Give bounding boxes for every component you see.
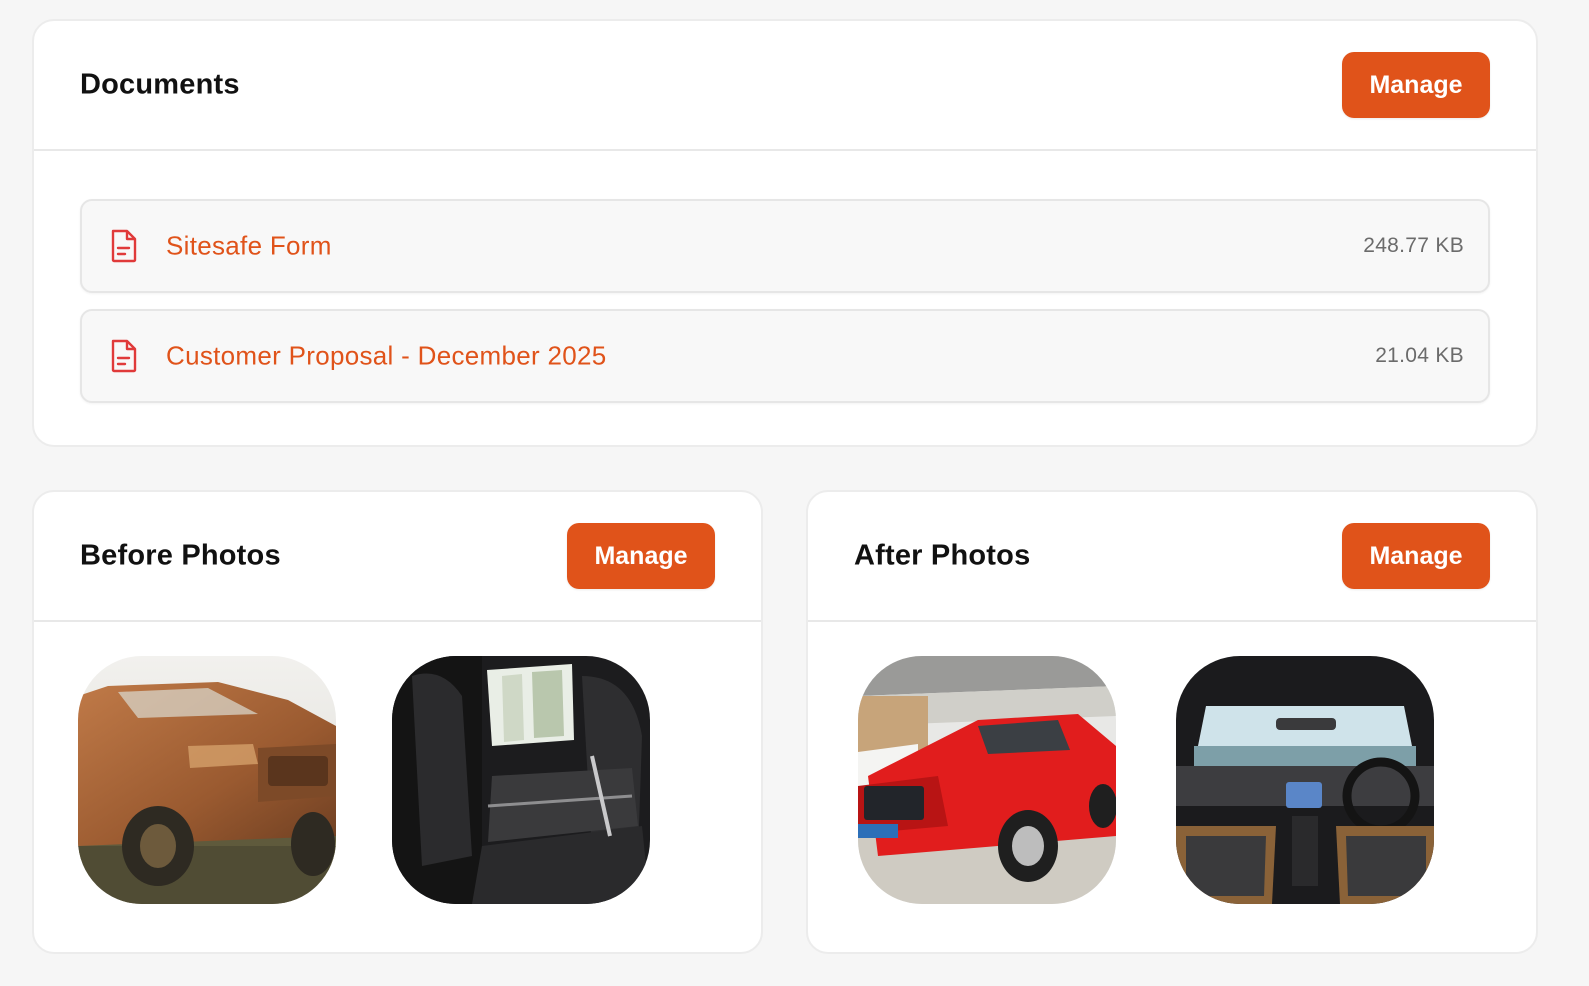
before-photos-title: Before Photos <box>80 539 281 572</box>
manage-documents-button[interactable]: Manage <box>1342 52 1490 118</box>
after-photos-card: After Photos Manage <box>806 490 1538 954</box>
documents-header: Documents Manage <box>34 21 1536 151</box>
photo-clean-red-pickup-exterior[interactable] <box>858 656 1116 904</box>
before-photos-header: Before Photos Manage <box>34 492 761 622</box>
document-name[interactable]: Sitesafe Form <box>166 231 332 262</box>
after-photos-header: After Photos Manage <box>808 492 1536 622</box>
file-icon <box>111 229 137 263</box>
before-photos-card: Before Photos Manage <box>32 490 763 954</box>
manage-after-photos-button[interactable]: Manage <box>1342 523 1490 589</box>
photo-rear-seat-interior[interactable] <box>392 656 650 904</box>
documents-card: Documents Manage Sitesafe Form 248.77 KB… <box>32 19 1538 447</box>
document-item-sitesafe-form[interactable]: Sitesafe Form 248.77 KB <box>80 199 1490 293</box>
document-size: 248.77 KB <box>1363 234 1464 257</box>
photo-dashboard-interior[interactable] <box>1176 656 1434 904</box>
documents-title: Documents <box>80 68 240 101</box>
document-name[interactable]: Customer Proposal - December 2025 <box>166 341 607 372</box>
file-icon <box>111 339 137 373</box>
photo-muddy-pickup-exterior[interactable] <box>78 656 336 904</box>
document-size: 21.04 KB <box>1375 344 1464 367</box>
document-list: Sitesafe Form 248.77 KB Customer Proposa… <box>80 199 1490 419</box>
document-item-customer-proposal[interactable]: Customer Proposal - December 2025 21.04 … <box>80 309 1490 403</box>
manage-before-photos-button[interactable]: Manage <box>567 523 715 589</box>
after-photos-title: After Photos <box>854 539 1031 572</box>
